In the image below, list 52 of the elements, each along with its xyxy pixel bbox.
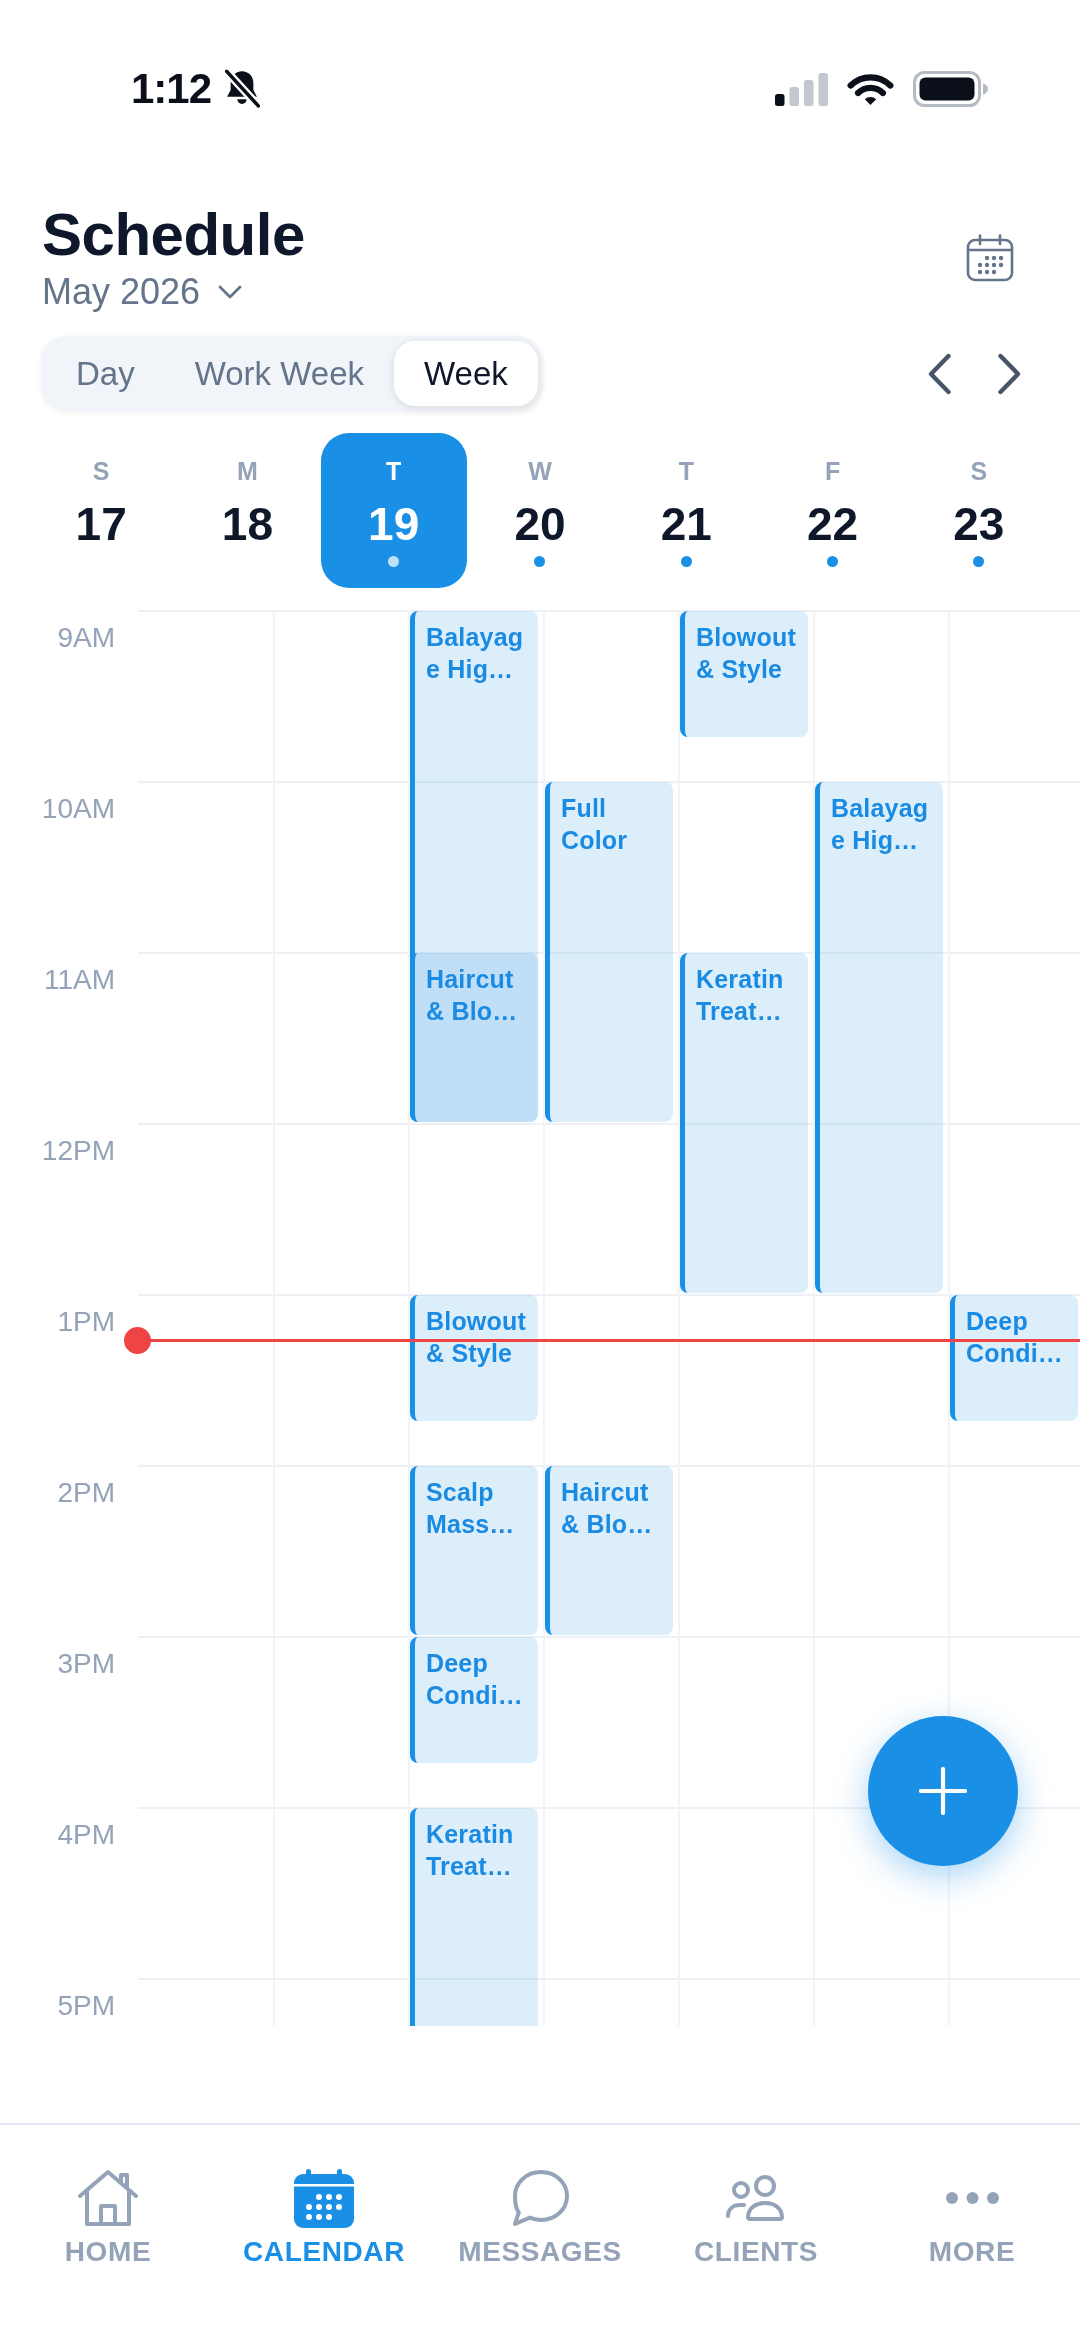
people-icon	[725, 2175, 787, 2221]
hour-label: 9AM	[57, 622, 115, 653]
view-tab[interactable]: Week	[394, 341, 538, 406]
calendar-icon	[294, 2168, 354, 2228]
date-tab[interactable]: S 23	[905, 433, 1052, 588]
hour-label: 3PM	[57, 1648, 115, 1679]
wifi-icon	[847, 72, 894, 106]
hour-label: 2PM	[57, 1477, 115, 1508]
appointment-block[interactable]: Balayage Hig…	[815, 782, 943, 1293]
appointment-block[interactable]: Scalp Mass…	[410, 1466, 538, 1635]
appointment-block[interactable]: Blowout & Style	[680, 611, 808, 738]
plus-icon	[919, 1767, 967, 1815]
hour-label: 11AM	[43, 964, 115, 995]
hour-label: 12PM	[41, 1135, 115, 1166]
tab-bar-item[interactable]: HOME	[0, 2125, 216, 2337]
hour-label: 10AM	[41, 793, 115, 824]
add-button[interactable]	[868, 1716, 1018, 1866]
page-title: Schedule	[42, 200, 305, 270]
hour-label: 4PM	[57, 1819, 115, 1850]
calendar-icon[interactable]	[966, 234, 1014, 282]
tab-bar-item[interactable]: MORE	[864, 2125, 1080, 2337]
date-tab[interactable]: T 21	[613, 433, 760, 588]
appointment-block[interactable]: Blowout & Style	[410, 1295, 538, 1422]
chevron-right-icon[interactable]	[997, 352, 1022, 395]
appointment-block[interactable]: Keratin Treat…	[410, 1808, 538, 2026]
battery-icon	[913, 71, 988, 107]
chevron-down-icon	[218, 285, 243, 299]
hour-label: 1PM	[57, 1306, 115, 1337]
appointment-block[interactable]: Haircut & Blo…	[545, 1466, 673, 1635]
house-icon	[77, 2169, 139, 2227]
appointment-block[interactable]: Keratin Treat…	[680, 953, 808, 1293]
appointment-block[interactable]: Deep Condi…	[950, 1295, 1078, 1422]
date-tab[interactable]: T 19	[320, 433, 467, 588]
dots-icon	[945, 2192, 999, 2204]
chevron-left-icon[interactable]	[927, 352, 952, 395]
tab-bar-item[interactable]: CALENDAR	[216, 2125, 432, 2337]
date-tab[interactable]: F 22	[759, 433, 906, 588]
status-time: 1:12	[131, 64, 212, 114]
tab-bar-item[interactable]: MESSAGES	[432, 2125, 648, 2337]
appointment-block[interactable]: Full Color	[545, 782, 673, 1122]
date-tab[interactable]: W 20	[466, 433, 614, 588]
view-tab[interactable]: Work Week	[164, 341, 394, 406]
date-tab[interactable]: S 17	[28, 433, 175, 588]
view-tab[interactable]: Day	[46, 341, 165, 406]
appointment-block[interactable]: Deep Condi…	[410, 1637, 538, 1764]
date-tab[interactable]: M 18	[174, 433, 321, 588]
appointment-block[interactable]: Haircut & Blo…	[410, 953, 538, 1122]
tab-bar-item[interactable]: CLIENTS	[648, 2125, 864, 2337]
month-picker[interactable]: May 2026	[42, 270, 243, 314]
hour-label: 5PM	[57, 1990, 115, 2021]
chat-bubble-icon	[510, 2169, 570, 2227]
signal-icon	[775, 72, 828, 106]
